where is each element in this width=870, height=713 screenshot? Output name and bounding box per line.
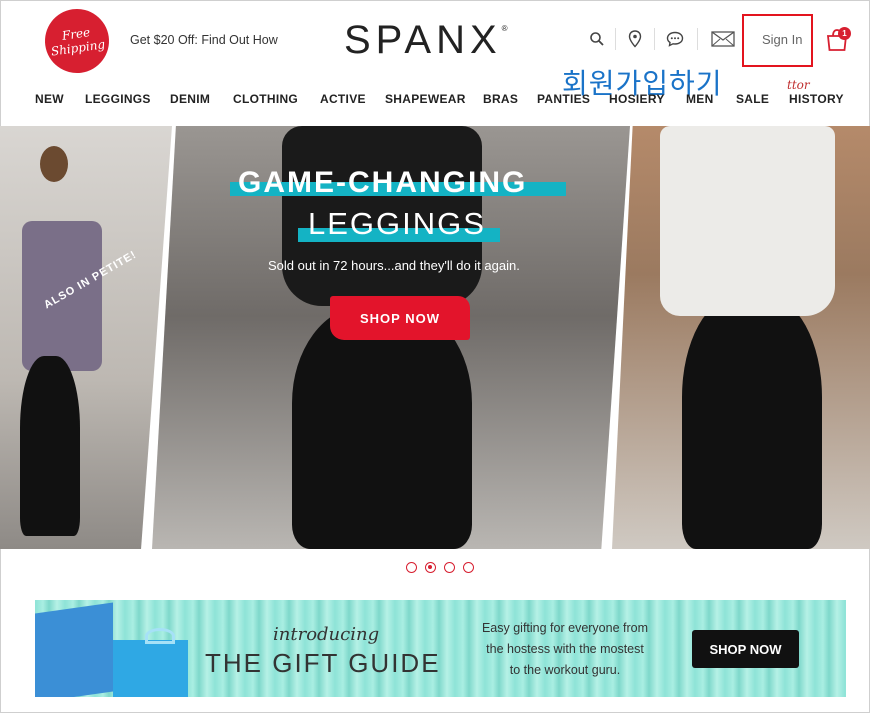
nav-item-panties[interactable]: PANTIES <box>537 92 590 106</box>
leggings-figure-right <box>682 296 822 549</box>
badge-line2: Shipping <box>50 37 106 59</box>
chat-icon[interactable] <box>664 28 686 50</box>
nav-item-men[interactable]: MEN <box>686 92 714 106</box>
hero-shop-now-button[interactable]: SHOP NOW <box>330 296 470 340</box>
promo-link[interactable]: Get $20 Off: Find Out How <box>130 33 278 47</box>
location-pin-icon[interactable] <box>624 28 646 50</box>
header-divider <box>654 28 655 50</box>
gift-desc-line: Easy gifting for everyone from <box>481 621 649 635</box>
carousel-dot-active[interactable] <box>425 562 436 573</box>
nav-item-history[interactable]: HISTORY <box>789 92 844 106</box>
carousel-dot[interactable] <box>463 562 474 573</box>
search-icon[interactable] <box>586 28 608 50</box>
mail-icon[interactable] <box>710 28 736 50</box>
nav-item-clothing[interactable]: CLOTHING <box>233 92 298 106</box>
legs-figure <box>20 356 80 536</box>
nav-item-hosiery[interactable]: HOSIERY <box>609 92 665 106</box>
nav-item-shapewear[interactable]: SHAPEWEAR <box>385 92 466 106</box>
gift-box-image <box>35 602 113 697</box>
gift-ribbon <box>145 628 175 644</box>
spanx-logo[interactable]: SPANX® <box>344 18 508 63</box>
nav-item-denim[interactable]: DENIM <box>170 92 210 106</box>
nav-item-sale[interactable]: SALE <box>736 92 769 106</box>
carousel-dot[interactable] <box>406 562 417 573</box>
cart-count-badge: 1 <box>838 27 851 40</box>
logo-text: SPANX <box>344 18 502 62</box>
handwritten-note: ttor <box>787 78 810 92</box>
nav-item-new[interactable]: NEW <box>35 92 64 106</box>
signin-link[interactable]: Sign In <box>762 32 802 47</box>
hero-headline-2: LEGGINGS <box>298 206 500 242</box>
gift-desc-line: the hostess with the mostest <box>486 642 644 656</box>
hero-subline: Sold out in 72 hours...and they'll do it… <box>268 258 520 273</box>
gift-introducing: introducing <box>273 624 380 645</box>
nav-item-active[interactable]: ACTIVE <box>320 92 366 106</box>
leggings-figure <box>292 306 472 549</box>
hero-headline-1: GAME-CHANGING <box>230 166 566 199</box>
header-divider <box>697 28 698 50</box>
gift-guide-title: THE GIFT GUIDE <box>205 648 441 678</box>
gift-guide-banner[interactable]: introducing THE GIFT GUIDE Easy gifting … <box>35 600 846 697</box>
white-sweater <box>660 126 835 316</box>
gift-guide-description: Easy gifting for everyone from the hoste… <box>465 618 665 681</box>
headline-text-2: LEGGINGS <box>308 206 486 241</box>
headline-text-1: GAME-CHANGING <box>238 166 528 199</box>
gift-desc-line: to the workout guru. <box>509 663 621 677</box>
nav-item-bras[interactable]: BRAS <box>483 92 518 106</box>
nav-item-leggings[interactable]: LEGGINGS <box>85 92 151 106</box>
carousel-dot[interactable] <box>444 562 455 573</box>
registered-mark: ® <box>501 24 508 33</box>
hero-image-left <box>0 126 172 549</box>
main-nav: NEW LEGGINGS DENIM CLOTHING ACTIVE SHAPE… <box>0 92 870 108</box>
header-divider <box>615 28 616 50</box>
gift-shop-now-button[interactable]: SHOP NOW <box>692 630 799 668</box>
hair-figure <box>40 146 68 182</box>
gift-box-image <box>113 640 188 697</box>
